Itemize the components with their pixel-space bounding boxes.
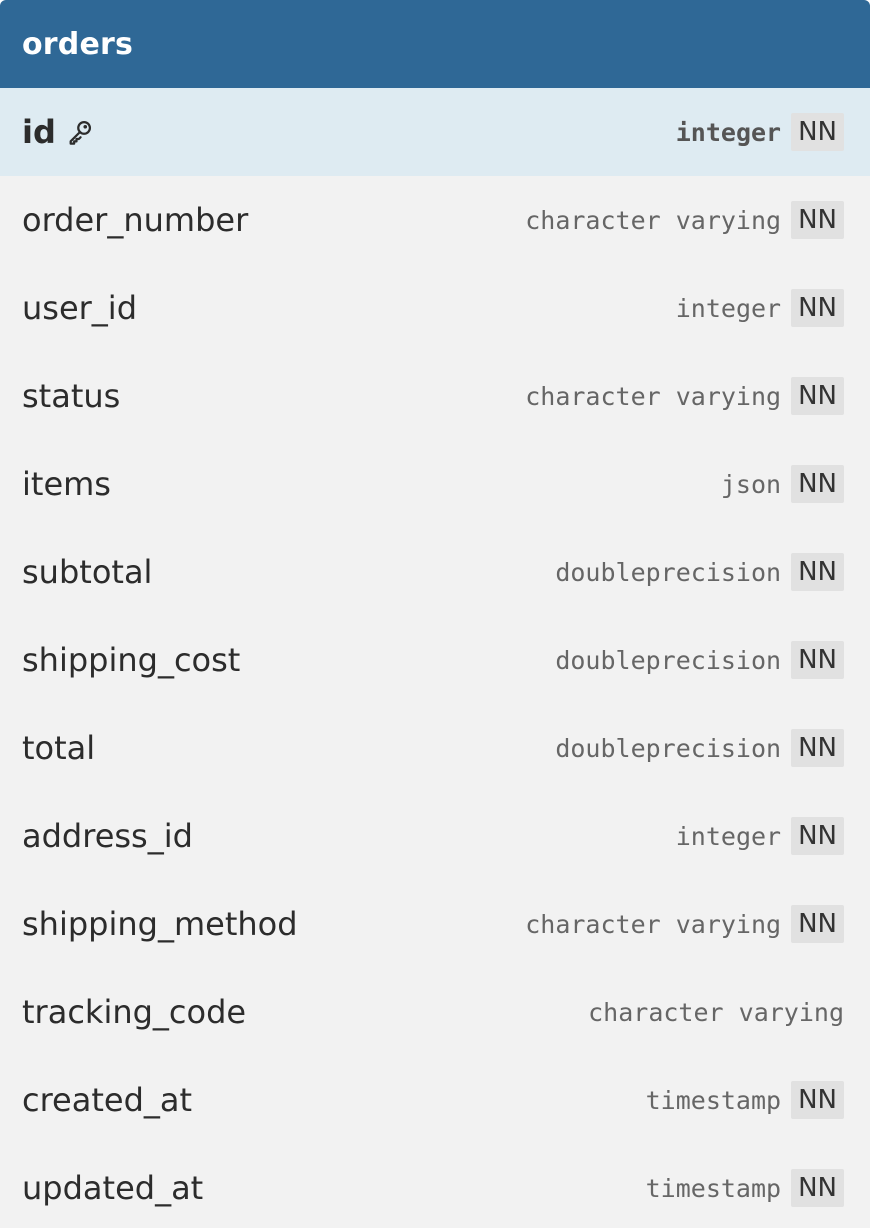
column-name-group: status <box>22 377 120 415</box>
column-type: timestamp <box>645 1173 782 1203</box>
column-name-group: total <box>22 729 95 767</box>
column-name-group: shipping_cost <box>22 641 240 679</box>
column-row[interactable]: address_id integer NN <box>0 792 870 880</box>
column-type: integer <box>675 117 782 147</box>
column-name-group: items <box>22 465 111 503</box>
column-type: character varying <box>525 909 782 939</box>
not-null-badge: NN <box>791 641 844 679</box>
column-row[interactable]: items json NN <box>0 440 870 528</box>
column-row[interactable]: shipping_cost doubleprecision NN <box>0 616 870 704</box>
column-name-group: user_id <box>22 289 137 327</box>
column-row[interactable]: created_at timestamp NN <box>0 1056 870 1144</box>
column-type-group: doubleprecision NN <box>555 641 844 679</box>
column-type-group: doubleprecision NN <box>555 553 844 591</box>
not-null-badge: NN <box>791 289 844 327</box>
not-null-badge: NN <box>791 1081 844 1119</box>
not-null-badge: NN <box>791 905 844 943</box>
column-type: doubleprecision <box>555 733 782 763</box>
column-name: id <box>22 113 56 151</box>
not-null-badge: NN <box>791 465 844 503</box>
column-name-group: subtotal <box>22 553 152 591</box>
column-row[interactable]: user_id integer NN <box>0 264 870 352</box>
column-type-group: timestamp NN <box>646 1081 844 1119</box>
not-null-badge: NN <box>791 1169 844 1207</box>
column-name-group: order_number <box>22 201 248 239</box>
column-name: address_id <box>22 817 193 855</box>
key-icon <box>66 118 94 146</box>
not-null-badge: NN <box>791 377 844 415</box>
column-type: doubleprecision <box>555 645 782 675</box>
column-name-group: updated_at <box>22 1169 203 1207</box>
table-header[interactable]: orders <box>0 0 870 88</box>
column-name: items <box>22 465 111 503</box>
column-name-group: shipping_method <box>22 905 298 943</box>
column-row[interactable]: shipping_method character varying NN <box>0 880 870 968</box>
column-row[interactable]: status character varying NN <box>0 352 870 440</box>
column-name: status <box>22 377 121 415</box>
column-type: character varying <box>525 205 782 235</box>
column-type-group: character varying NN <box>525 377 844 415</box>
column-name: created_at <box>22 1081 193 1119</box>
not-null-badge: NN <box>791 729 844 767</box>
column-list: id integer NN order_number character varying… <box>0 88 870 1228</box>
column-type: doubleprecision <box>555 557 782 587</box>
column-type-group: integer NN <box>676 817 844 855</box>
not-null-badge: NN <box>791 553 844 591</box>
column-name-group: created_at <box>22 1081 192 1119</box>
column-row[interactable]: total doubleprecision NN <box>0 704 870 792</box>
column-type: integer <box>675 821 782 851</box>
column-type: json <box>720 469 782 499</box>
column-type-group: integer NN <box>676 289 844 327</box>
column-name-group: tracking_code <box>22 993 246 1031</box>
column-type-group: character varying NN <box>525 201 844 239</box>
not-null-badge: NN <box>791 817 844 855</box>
column-row[interactable]: updated_at timestamp NN <box>0 1144 870 1228</box>
not-null-badge: NN <box>791 113 844 151</box>
column-type-group: character varying <box>588 998 844 1027</box>
column-type-group: character varying NN <box>525 905 844 943</box>
column-name: shipping_method <box>22 905 298 943</box>
column-type: character varying <box>588 997 844 1027</box>
column-name: updated_at <box>22 1169 204 1207</box>
not-null-badge: NN <box>791 201 844 239</box>
column-type-group: doubleprecision NN <box>555 729 844 767</box>
column-type-group: json NN <box>721 465 844 503</box>
column-row-primary-key[interactable]: id integer NN <box>0 88 870 176</box>
column-name: shipping_cost <box>22 641 241 679</box>
column-type-group: timestamp NN <box>646 1169 844 1207</box>
column-name-group: address_id <box>22 817 193 855</box>
column-name: user_id <box>22 289 137 327</box>
column-type: integer <box>675 293 782 323</box>
column-row[interactable]: order_number character varying NN <box>0 176 870 264</box>
column-name: order_number <box>22 201 249 239</box>
column-name: tracking_code <box>22 993 247 1031</box>
column-row[interactable]: subtotal doubleprecision NN <box>0 528 870 616</box>
column-name: total <box>22 729 96 767</box>
column-type: timestamp <box>645 1085 782 1115</box>
column-type-group: integer NN <box>676 113 844 151</box>
column-row[interactable]: tracking_code character varying <box>0 968 870 1056</box>
column-name: subtotal <box>22 553 153 591</box>
column-name-group: id <box>22 113 94 151</box>
table-card: orders id integer NN order_number character … <box>0 0 870 1228</box>
table-name: orders <box>22 26 134 62</box>
column-type: character varying <box>525 381 782 411</box>
